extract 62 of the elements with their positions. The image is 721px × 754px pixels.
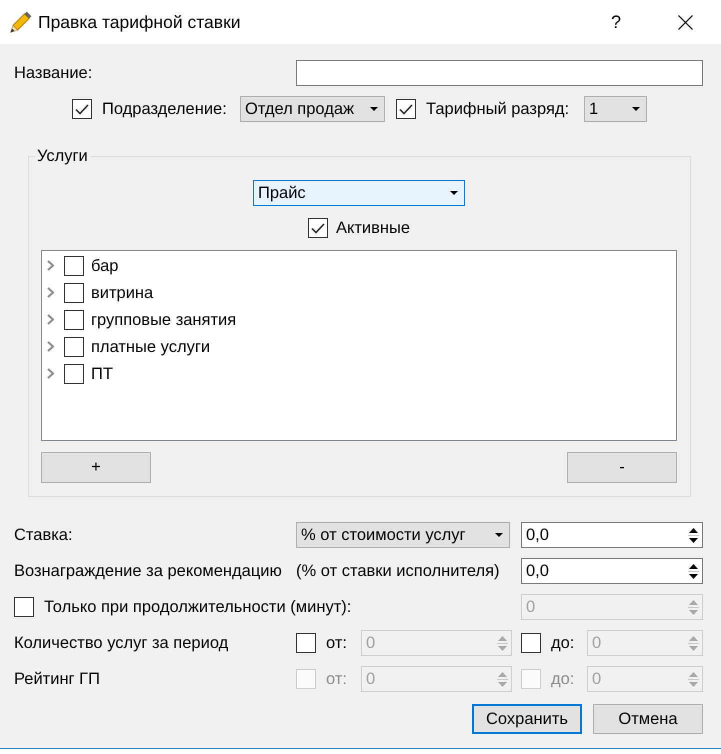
add-button[interactable]: +	[41, 452, 151, 483]
window-title: Правка тарифной ставки	[38, 12, 240, 32]
checkmark-icon	[310, 222, 325, 234]
field-label: Название:	[14, 64, 92, 82]
grade-dropdown[interactable]: 1	[584, 96, 647, 122]
field-label: Ставка:	[14, 526, 74, 544]
checkbox[interactable]	[64, 282, 84, 302]
caret-icon	[632, 107, 640, 111]
down-arrow-icon[interactable]	[689, 574, 698, 578]
tree-item-label: бар	[91, 256, 118, 276]
checkbox[interactable]	[64, 336, 84, 356]
checkbox-label: Подразделение:	[102, 99, 227, 119]
up-arrow-icon[interactable]	[689, 528, 698, 532]
caret-icon	[450, 191, 458, 195]
number-field[interactable]: 0,0	[521, 558, 703, 584]
text-field[interactable]	[296, 60, 703, 86]
tree-item-label: групповые занятия	[91, 310, 236, 330]
caret-icon	[495, 533, 503, 537]
checkbox[interactable]	[72, 99, 92, 119]
field-label: Рейтинг ГП	[14, 670, 101, 688]
pencil-icon	[10, 11, 32, 33]
checkbox[interactable]	[308, 218, 328, 238]
field-label: Количество услуг за период	[14, 634, 230, 652]
chevron-icon[interactable]	[47, 287, 54, 298]
up-arrow-icon[interactable]	[689, 564, 698, 568]
checkbox[interactable]	[396, 99, 416, 119]
field-label: Вознаграждение за рекомендацию	[14, 562, 283, 580]
help-button[interactable]: ?	[610, 12, 621, 32]
price-list-dropdown[interactable]: Прайс	[253, 180, 465, 206]
checkmark-icon	[75, 104, 89, 114]
checkbox-label: Только при продолжительности (минут):	[44, 597, 352, 617]
checkmark-icon	[399, 104, 413, 114]
number-field[interactable]: 0,0	[521, 522, 703, 548]
department-dropdown[interactable]: Отдел продаж	[240, 96, 385, 122]
checkbox[interactable]	[64, 364, 84, 384]
field-note: (% от ставки исполнителя)	[296, 562, 500, 580]
tree-item-label: ПТ	[91, 364, 113, 384]
save-button[interactable]: Сохранить	[472, 704, 582, 734]
close-icon[interactable]	[678, 14, 693, 30]
range-label: до:	[551, 633, 574, 653]
caret-icon	[370, 107, 378, 111]
chevron-icon[interactable]	[47, 260, 54, 271]
checkbox-label: Тарифный разряд:	[426, 99, 570, 119]
checkbox[interactable]	[64, 256, 84, 276]
rate-type-dropdown[interactable]: % от стоимости услуг	[296, 522, 510, 548]
chevron-icon[interactable]	[47, 368, 54, 379]
checkbox-label: Активные	[336, 218, 410, 238]
cancel-button[interactable]: Отмена	[593, 704, 703, 734]
checkbox[interactable]	[296, 633, 316, 653]
down-arrow-icon[interactable]	[689, 538, 698, 542]
chevron-icon[interactable]	[47, 341, 54, 352]
range-label: от:	[326, 669, 347, 689]
checkbox[interactable]	[64, 310, 84, 330]
range-label: до:	[551, 669, 574, 689]
checkbox[interactable]	[521, 633, 541, 653]
tree-item-label: платные услуги	[91, 336, 210, 356]
chevron-icon[interactable]	[47, 314, 54, 325]
remove-button[interactable]: -	[567, 452, 677, 483]
range-label: от:	[326, 633, 347, 653]
group-box-title: Услуги	[36, 147, 89, 165]
tree-item-label: витрина	[91, 282, 154, 302]
checkbox[interactable]	[14, 597, 34, 617]
